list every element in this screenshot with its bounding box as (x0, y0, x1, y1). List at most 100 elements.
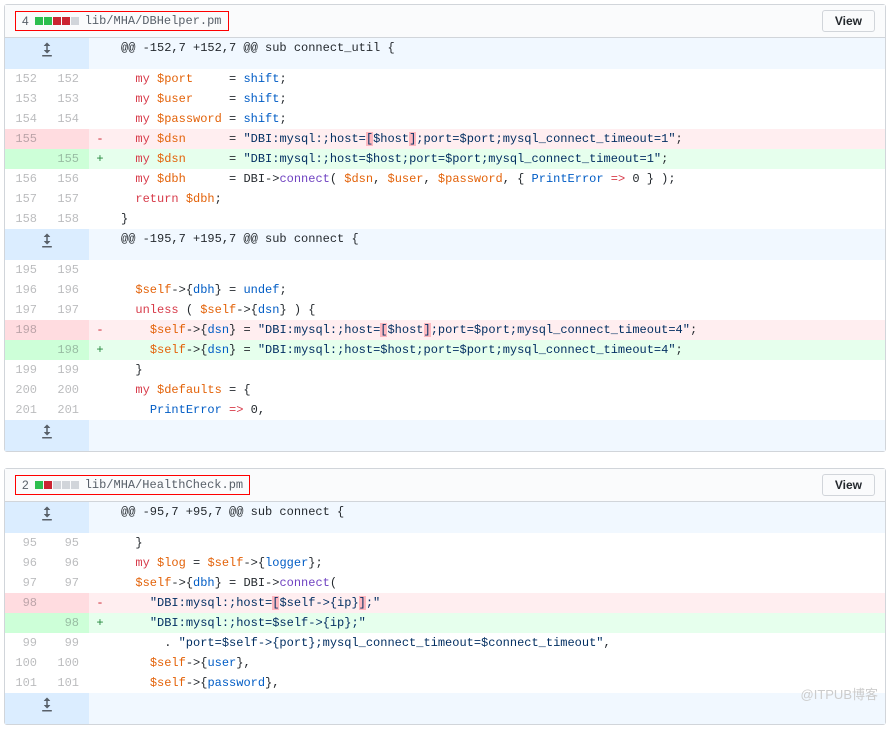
new-line-num[interactable]: 198 (47, 340, 89, 360)
file-block: 2lib/MHA/HealthCheck.pm View @@ -95,7 +95,… (4, 468, 886, 725)
code-content: return $dbh; (111, 189, 885, 209)
file-info[interactable]: 4lib/MHA/DBHelper.pm (15, 11, 229, 31)
diff-stat-box (53, 17, 61, 25)
new-line-num[interactable]: 96 (47, 553, 89, 573)
diff-sign (89, 380, 111, 400)
old-line-num[interactable]: 201 (5, 400, 47, 420)
new-line-num[interactable]: 156 (47, 169, 89, 189)
diff-sign (89, 653, 111, 673)
new-line-num[interactable]: 98 (47, 613, 89, 633)
diff-stat-box (62, 481, 70, 489)
new-line-num[interactable]: 157 (47, 189, 89, 209)
old-line-num[interactable] (5, 149, 47, 169)
diff-sign (89, 69, 111, 89)
file-block: 4lib/MHA/DBHelper.pm View @@ -152,7 +152,7… (4, 4, 886, 452)
diff-sign (89, 400, 111, 420)
code-content: "DBI:mysql:;host=[$self->{ip}];" (111, 593, 885, 613)
old-line-num[interactable]: 154 (5, 109, 47, 129)
watermark: @ITPUB博客 (801, 684, 878, 703)
diff-line: 156156 my $dbh = DBI->connect( $dsn, $us… (5, 169, 885, 189)
diff-sign (89, 169, 111, 189)
old-line-num[interactable]: 198 (5, 320, 47, 340)
diff-line: 195195 (5, 260, 885, 280)
file-info[interactable]: 2lib/MHA/HealthCheck.pm (15, 475, 250, 495)
code-content: PrintError => 0, (111, 400, 885, 420)
diff-line: 152152 my $port = shift; (5, 69, 885, 89)
code-content: $self->{dsn} = "DBI:mysql:;host=$host;po… (111, 340, 885, 360)
diff-line: 196196 $self->{dbh} = undef; (5, 280, 885, 300)
expand-row[interactable]: @@ -152,7 +152,7 @@ sub connect_util { (5, 38, 885, 69)
new-line-num[interactable]: 195 (47, 260, 89, 280)
code-content: my $dsn = "DBI:mysql:;host=[$host];port=… (111, 129, 885, 149)
expand-icon (39, 42, 55, 58)
diff-line: 101101 $self->{password}, (5, 673, 885, 693)
old-line-num[interactable]: 200 (5, 380, 47, 400)
diff-sign (89, 573, 111, 593)
old-line-num[interactable]: 157 (5, 189, 47, 209)
new-line-num[interactable]: 197 (47, 300, 89, 320)
new-line-num[interactable]: 158 (47, 209, 89, 229)
code-content: } (111, 360, 885, 380)
new-line-num[interactable]: 101 (47, 673, 89, 693)
old-line-num[interactable]: 98 (5, 593, 47, 613)
code-content: } (111, 209, 885, 229)
expand-row[interactable] (5, 693, 885, 724)
old-line-num[interactable]: 155 (5, 129, 47, 149)
diff-sign: + (89, 149, 111, 169)
new-line-num[interactable]: 100 (47, 653, 89, 673)
diff-sign (89, 633, 111, 653)
old-line-num[interactable]: 100 (5, 653, 47, 673)
diff-stat-box (35, 481, 43, 489)
old-line-num[interactable]: 101 (5, 673, 47, 693)
file-header: 2lib/MHA/HealthCheck.pm View (5, 469, 885, 502)
new-line-num[interactable]: 153 (47, 89, 89, 109)
old-line-num[interactable]: 95 (5, 533, 47, 553)
old-line-num[interactable]: 99 (5, 633, 47, 653)
file-path: lib/MHA/DBHelper.pm (85, 14, 222, 28)
expand-row[interactable]: @@ -95,7 +95,7 @@ sub connect { (5, 502, 885, 533)
old-line-num[interactable]: 199 (5, 360, 47, 380)
old-line-num[interactable]: 97 (5, 573, 47, 593)
diff-sign (89, 673, 111, 693)
new-line-num[interactable]: 199 (47, 360, 89, 380)
new-line-num[interactable] (47, 320, 89, 340)
old-line-num[interactable]: 96 (5, 553, 47, 573)
old-line-num[interactable] (5, 613, 47, 633)
diff-sign: - (89, 129, 111, 149)
view-button[interactable]: View (822, 10, 875, 32)
new-line-num[interactable]: 154 (47, 109, 89, 129)
new-line-num[interactable]: 95 (47, 533, 89, 553)
old-line-num[interactable]: 156 (5, 169, 47, 189)
new-line-num[interactable]: 196 (47, 280, 89, 300)
old-line-num[interactable]: 158 (5, 209, 47, 229)
new-line-num[interactable]: 155 (47, 149, 89, 169)
diff-sign (89, 89, 111, 109)
diff-table: @@ -152,7 +152,7 @@ sub connect_util {15… (5, 38, 885, 451)
diff-line: 9999 . "port=$self->{port};mysql_connect… (5, 633, 885, 653)
old-line-num[interactable] (5, 340, 47, 360)
expand-row[interactable]: @@ -195,7 +195,7 @@ sub connect { (5, 229, 885, 260)
diff-stat-box (71, 17, 79, 25)
new-line-num[interactable]: 99 (47, 633, 89, 653)
diff-line: 153153 my $user = shift; (5, 89, 885, 109)
new-line-num[interactable] (47, 129, 89, 149)
diff-line: 200200 my $defaults = { (5, 380, 885, 400)
new-line-num[interactable]: 152 (47, 69, 89, 89)
new-line-num[interactable]: 200 (47, 380, 89, 400)
code-content: my $password = shift; (111, 109, 885, 129)
old-line-num[interactable]: 153 (5, 89, 47, 109)
old-line-num[interactable]: 197 (5, 300, 47, 320)
new-line-num[interactable] (47, 593, 89, 613)
diff-stat (35, 481, 79, 489)
old-line-num[interactable]: 152 (5, 69, 47, 89)
old-line-num[interactable]: 196 (5, 280, 47, 300)
diff-line: 155 - my $dsn = "DBI:mysql:;host=[$host];… (5, 129, 885, 149)
diff-line: 198- $self->{dsn} = "DBI:mysql:;host=[$h… (5, 320, 885, 340)
view-button[interactable]: View (822, 474, 875, 496)
diff-sign (89, 189, 111, 209)
new-line-num[interactable]: 201 (47, 400, 89, 420)
expand-row[interactable] (5, 420, 885, 451)
new-line-num[interactable]: 97 (47, 573, 89, 593)
old-line-num[interactable]: 195 (5, 260, 47, 280)
diff-sign: + (89, 340, 111, 360)
